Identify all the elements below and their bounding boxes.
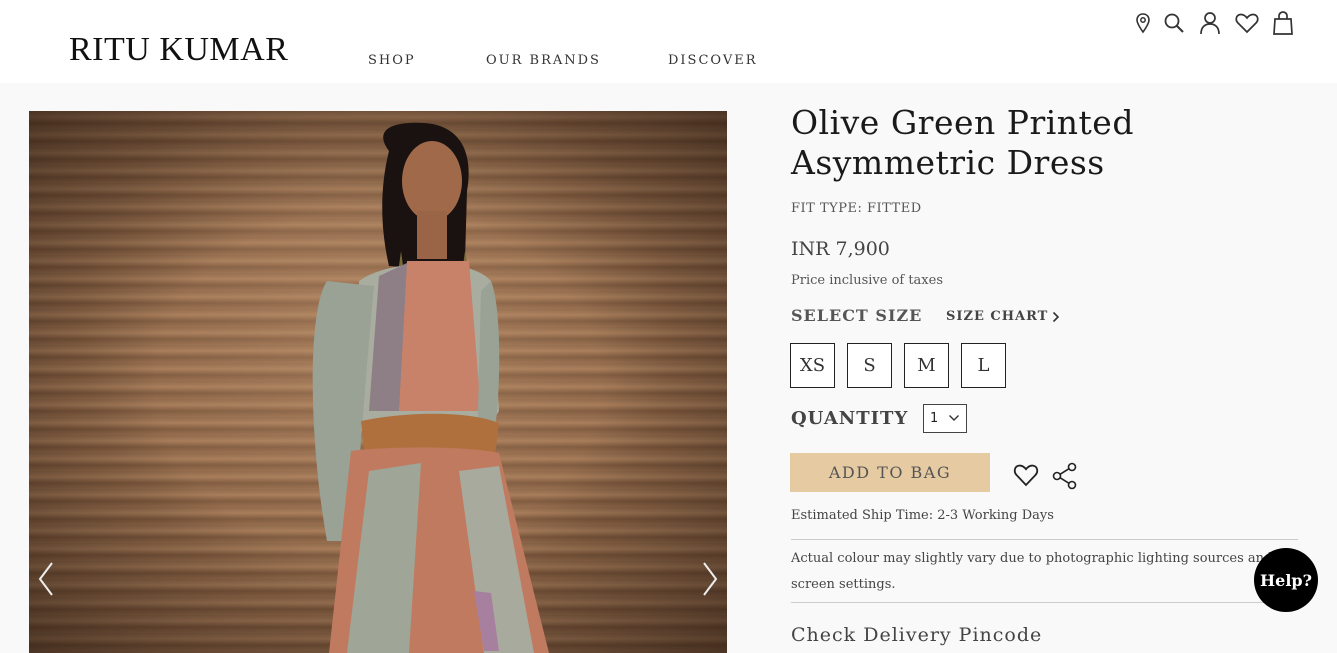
user-icon[interactable] [1197,10,1223,36]
bag-icon[interactable] [1270,10,1296,36]
fit-type: FIT TYPE: FITTED [791,201,922,216]
select-size-label: SELECT SIZE [791,306,923,325]
quantity-value: 1 [930,411,939,426]
estimated-ship-time: Estimated Ship Time: 2-3 Working Days [791,508,1054,523]
share-icon[interactable] [1052,462,1078,494]
product-title-line1: Olive Green Printed [791,103,1134,142]
product-photo-model [312,122,549,653]
add-to-wishlist-heart-icon[interactable] [1013,463,1039,491]
size-chart-link[interactable]: SIZE CHART [946,309,1060,324]
brand-logo[interactable]: RITU KUMAR [69,33,288,66]
check-delivery-pincode-heading[interactable]: Check Delivery Pincode [791,624,1042,646]
size-option-m[interactable]: M [904,343,949,388]
divider [791,602,1298,603]
colour-note-line1: Actual colour may slightly vary due to p… [791,551,1271,566]
quantity-label: QUANTITY [791,408,909,429]
price-note: Price inclusive of taxes [791,273,944,288]
size-option-l[interactable]: L [961,343,1006,388]
gallery-next-arrow[interactable] [695,559,725,599]
chevron-down-icon [949,415,959,421]
product-title: Olive Green Printed Asymmetric Dress [791,103,1211,183]
product-image-gallery[interactable] [29,111,727,653]
colour-note-line2: screen settings. [791,577,896,592]
product-title-line2: Asymmetric Dress [791,143,1105,182]
divider [791,539,1298,540]
search-icon[interactable] [1161,10,1187,36]
gallery-prev-arrow[interactable] [31,559,61,599]
size-chart-label: SIZE CHART [946,309,1049,324]
nav-item-shop[interactable]: SHOP [368,53,416,68]
nav-item-discover[interactable]: DISCOVER [668,53,758,68]
add-to-bag-button[interactable]: ADD TO BAG [790,453,990,492]
nav-item-our-brands[interactable]: OUR BRANDS [486,53,601,68]
location-icon[interactable] [1130,10,1156,36]
chevron-right-icon [1053,311,1060,322]
site-header: RITU KUMAR SHOP OUR BRANDS DISCOVER [0,0,1337,83]
colour-variation-note: Actual colour may slightly vary due to p… [791,546,1271,600]
size-option-xs[interactable]: XS [790,343,835,388]
help-chat-button[interactable]: Help? [1254,548,1318,612]
product-price: INR 7,900 [791,238,890,260]
quantity-select[interactable]: 1 [923,404,967,433]
wishlist-heart-icon[interactable] [1234,10,1260,36]
size-option-s[interactable]: S [847,343,892,388]
